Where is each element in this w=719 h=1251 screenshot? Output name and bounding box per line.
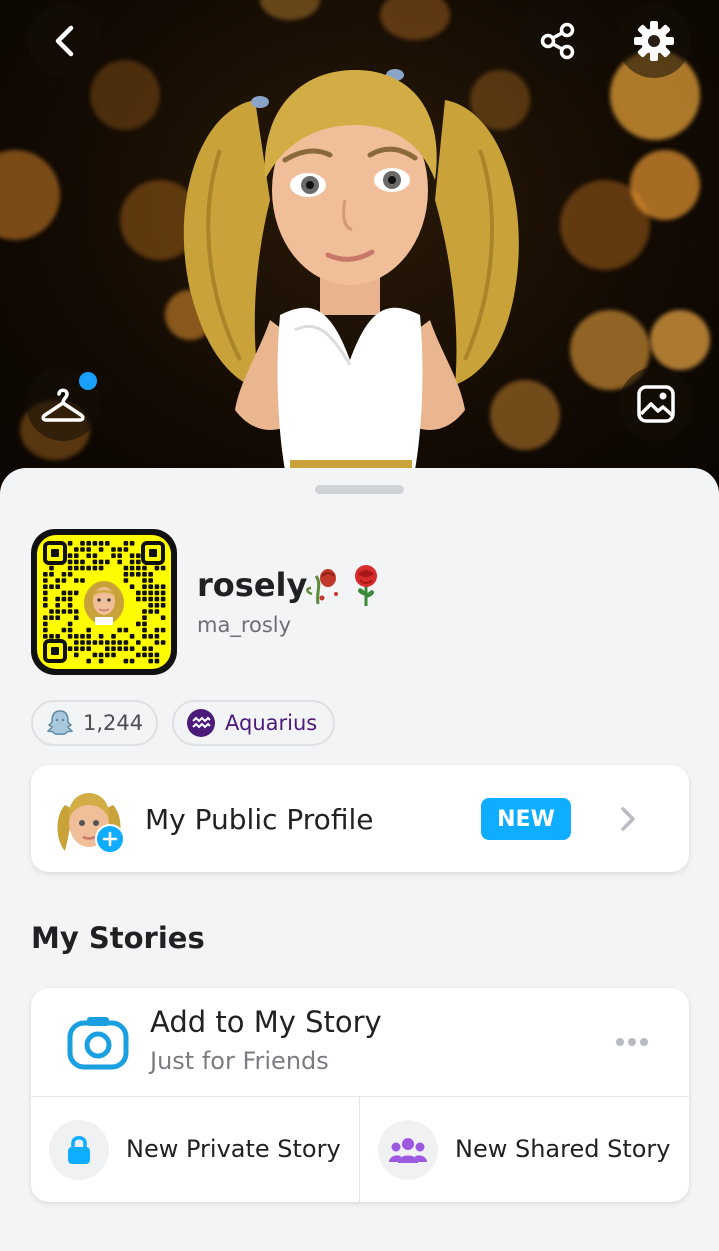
bokeh-light (260, 0, 320, 20)
username: ma_rosly (197, 613, 292, 637)
new-shared-story-button[interactable]: New Shared Story (360, 1097, 689, 1202)
back-button[interactable] (28, 4, 102, 78)
bokeh-light (0, 150, 60, 240)
snapscore-value: 1,244 (83, 711, 144, 735)
share-icon (540, 22, 575, 60)
rose-emoji (306, 565, 377, 606)
bitmoji-avatar (183, 69, 519, 470)
snapscore-chip[interactable]: 1,244 (31, 700, 158, 746)
snapcode-pattern (37, 535, 171, 669)
new-badge: NEW (481, 798, 571, 840)
hanger-icon (41, 388, 85, 422)
add-icon (95, 824, 125, 854)
add-to-story-row[interactable]: Add to My Story Just for Friends (31, 988, 689, 1096)
bokeh-light (90, 60, 160, 130)
snapcode[interactable] (31, 529, 177, 675)
more-options-icon[interactable] (616, 1038, 648, 1046)
aquarius-icon (187, 709, 215, 737)
snapcode-avatar (84, 581, 124, 625)
bokeh-light (650, 310, 710, 370)
new-private-story-button[interactable]: New Private Story (31, 1097, 359, 1202)
sheet-drag-handle[interactable] (315, 485, 404, 494)
new-outfit-indicator (79, 372, 97, 390)
profile-sheet: rosely ma_rosly 1,244 Aquarius My Public… (0, 468, 719, 1251)
change-background-button[interactable] (619, 367, 693, 441)
my-stories-card: Add to My Story Just for Friends New Pri… (31, 988, 689, 1202)
chevron-right-icon (621, 807, 635, 831)
zodiac-label: Aquarius (225, 711, 318, 735)
group-icon (378, 1120, 438, 1180)
image-icon (637, 385, 675, 423)
section-title-my-stories: My Stories (31, 921, 205, 955)
public-profile-card[interactable]: My Public Profile NEW (31, 765, 689, 872)
camera-icon (67, 1017, 129, 1070)
bokeh-light (630, 150, 700, 220)
chevron-left-icon (55, 25, 74, 57)
add-to-story-subtitle: Just for Friends (150, 1047, 329, 1075)
public-profile-title: My Public Profile (145, 803, 374, 836)
new-shared-story-label: New Shared Story (455, 1135, 671, 1163)
snapcode-dots (43, 541, 166, 664)
zodiac-chip[interactable]: Aquarius (172, 700, 335, 746)
settings-button[interactable] (617, 4, 691, 78)
add-to-story-title: Add to My Story (150, 1005, 382, 1039)
lock-icon (49, 1120, 109, 1180)
share-button[interactable] (521, 4, 595, 78)
display-name: rosely (197, 566, 308, 604)
profile-header-background (0, 0, 719, 500)
new-private-story-label: New Private Story (126, 1135, 341, 1163)
ghost-icon (46, 710, 74, 735)
gear-icon (634, 21, 674, 61)
